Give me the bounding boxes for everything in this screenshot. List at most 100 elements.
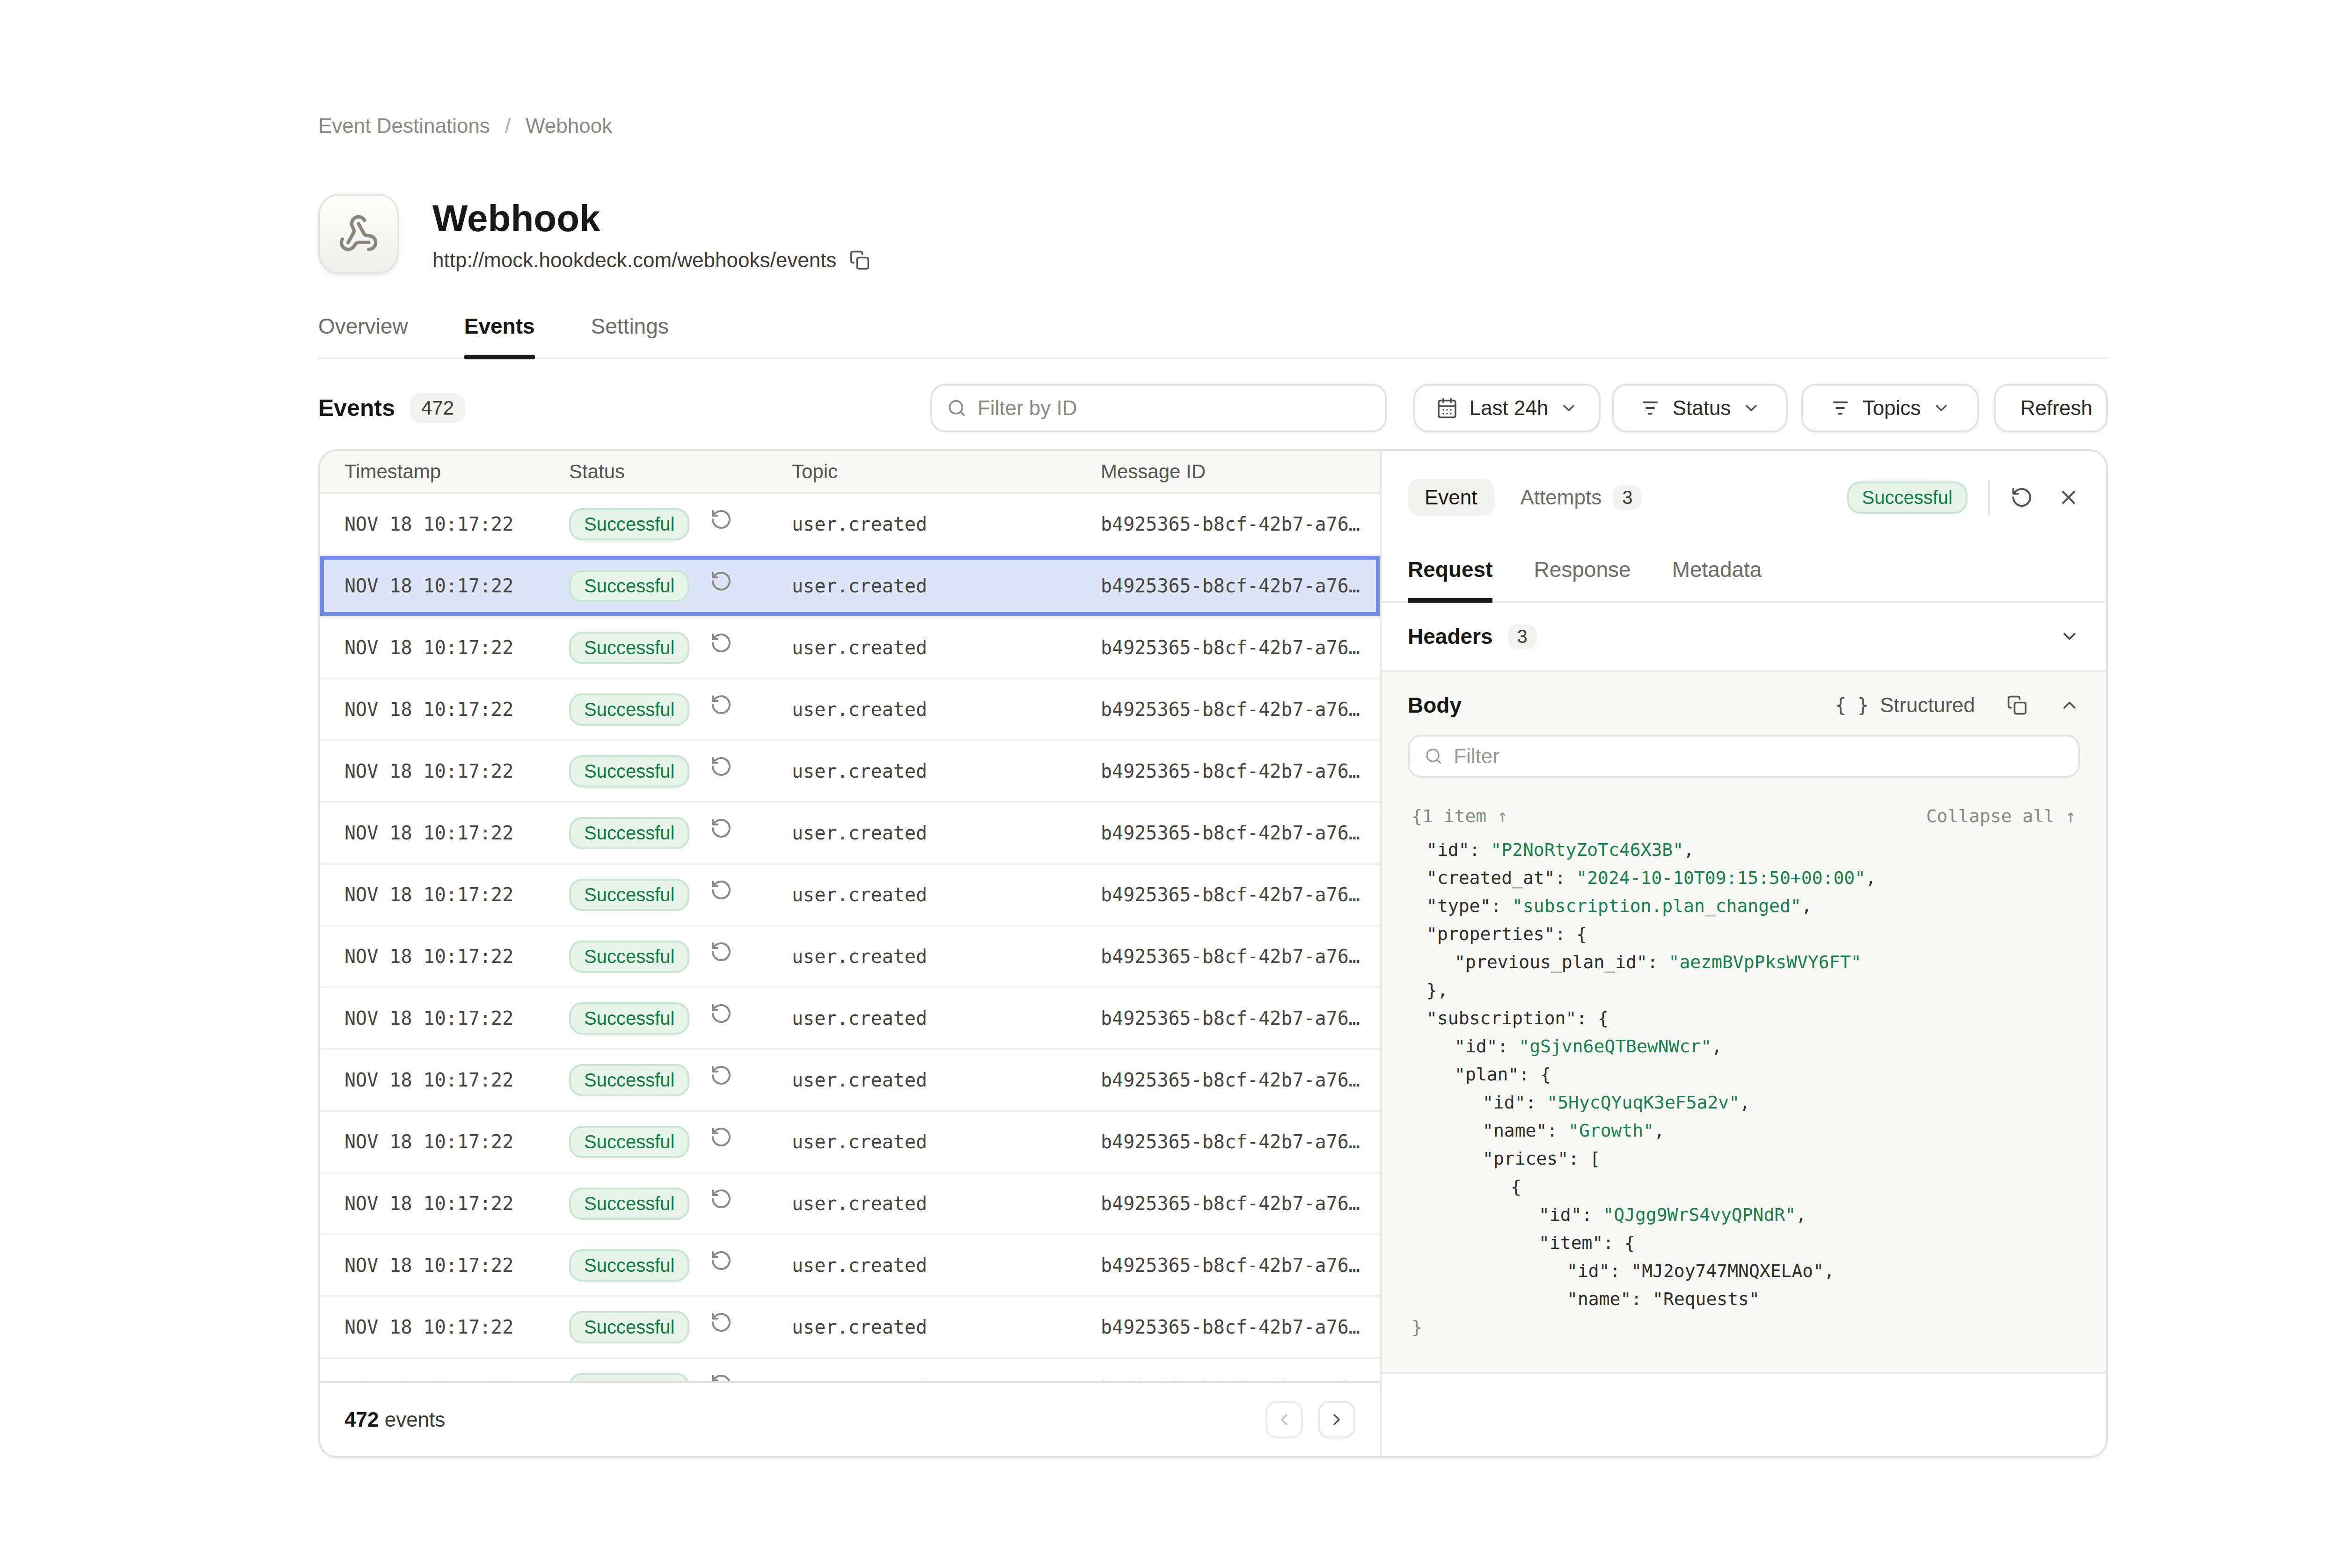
tab-events[interactable]: Events: [464, 314, 535, 357]
chevron-down-icon[interactable]: [2059, 626, 2080, 647]
headers-label: Headers: [1408, 624, 1493, 649]
topics-filter-button[interactable]: Topics: [1801, 384, 1979, 432]
structured-toggle[interactable]: Structured: [1880, 693, 1975, 717]
event-row[interactable]: NOV 18 10:17:22Successfuluser.createdb49…: [320, 988, 1380, 1050]
topics-filter-label: Topics: [1863, 396, 1921, 420]
events-count-badge: 472: [410, 393, 465, 423]
retry-icon[interactable]: [710, 1064, 732, 1087]
tab-overview[interactable]: Overview: [318, 314, 408, 357]
status-badge: Successful: [569, 1002, 689, 1035]
json-line: "created_at": "2024-10-10T09:15:50+00:00…: [1411, 864, 2076, 892]
breadcrumb-webhook[interactable]: Webhook: [526, 114, 612, 138]
retry-icon[interactable]: [710, 1188, 732, 1210]
row-message-id: b4925365-b8cf-42b7-a76…: [1101, 637, 1380, 658]
divider: [1988, 480, 1990, 515]
row-topic: user.created: [792, 1193, 1101, 1214]
row-message-id: b4925365-b8cf-42b7-a76…: [1101, 822, 1380, 844]
body-filter-input[interactable]: [1408, 735, 2080, 778]
row-status: Successful: [569, 1064, 792, 1096]
row-topic: user.created: [792, 1378, 1101, 1381]
prev-page-button[interactable]: [1265, 1401, 1303, 1438]
filter-by-id-field[interactable]: [978, 396, 1370, 420]
subtab-request[interactable]: Request: [1408, 557, 1492, 601]
row-timestamp: NOV 18 10:17:22: [320, 946, 569, 967]
row-topic: user.created: [792, 884, 1101, 905]
events-panel: Timestamp Status Topic Message ID NOV 18…: [318, 449, 2108, 1458]
retry-icon[interactable]: [710, 941, 732, 963]
event-detail-panel: Event Attempts 3 Successful: [1380, 451, 2106, 1456]
row-message-id: b4925365-b8cf-42b7-a76…: [1101, 513, 1380, 535]
page-tabs: Overview Events Settings: [318, 314, 2108, 359]
column-message-id: Message ID: [1101, 460, 1380, 483]
event-row[interactable]: NOV 18 10:17:22Successfuluser.createdb49…: [320, 1359, 1380, 1381]
chevron-up-icon[interactable]: [2059, 695, 2080, 715]
status-badge: Successful: [569, 1311, 689, 1343]
body-section: Body { } Structured: [1382, 672, 2106, 1374]
retry-icon[interactable]: [710, 632, 732, 654]
retry-icon[interactable]: [710, 879, 732, 901]
events-table: Timestamp Status Topic Message ID NOV 18…: [320, 451, 1380, 1456]
body-filter-field[interactable]: [1454, 744, 2063, 768]
status-badge: Successful: [569, 1188, 689, 1220]
event-row[interactable]: NOV 18 10:17:22Successfuluser.createdb49…: [320, 926, 1380, 988]
retry-icon[interactable]: [710, 570, 732, 592]
row-status: Successful: [569, 1373, 792, 1382]
event-row[interactable]: NOV 18 10:17:22Successfuluser.createdb49…: [320, 1050, 1380, 1112]
event-row[interactable]: NOV 18 10:17:22Successfuluser.createdb49…: [320, 679, 1380, 741]
retry-icon[interactable]: [710, 1002, 732, 1025]
retry-icon[interactable]: [710, 508, 732, 531]
filter-lines-icon: [1829, 397, 1851, 419]
time-range-button[interactable]: Last 24h: [1413, 384, 1601, 432]
retry-icon[interactable]: [710, 1249, 732, 1272]
status-filter-button[interactable]: Status: [1612, 384, 1788, 432]
event-row[interactable]: NOV 18 10:17:22Successfuluser.createdb49…: [320, 556, 1380, 618]
event-row[interactable]: NOV 18 10:17:22Successfuluser.createdb49…: [320, 803, 1380, 865]
close-icon[interactable]: [2057, 486, 2080, 509]
status-badge: Successful: [569, 632, 689, 664]
tab-settings[interactable]: Settings: [591, 314, 669, 357]
retry-icon[interactable]: [710, 1126, 732, 1148]
subtab-metadata[interactable]: Metadata: [1672, 557, 1762, 601]
retry-icon[interactable]: [710, 755, 732, 778]
event-row[interactable]: NOV 18 10:17:22Successfuluser.createdb49…: [320, 741, 1380, 803]
retry-icon[interactable]: [710, 1373, 732, 1382]
row-message-id: b4925365-b8cf-42b7-a76…: [1101, 1007, 1380, 1029]
event-row[interactable]: NOV 18 10:17:22Successfuluser.createdb49…: [320, 494, 1380, 556]
filter-by-id-input[interactable]: [930, 384, 1387, 432]
breadcrumb-separator: /: [505, 114, 511, 138]
retry-icon[interactable]: [710, 817, 732, 839]
json-line: "name": "Requests": [1411, 1285, 2076, 1313]
copy-url-icon[interactable]: [849, 250, 870, 270]
json-line: "plan": {: [1411, 1060, 2076, 1088]
event-row[interactable]: NOV 18 10:17:22Successfuluser.createdb49…: [320, 618, 1380, 679]
breadcrumb-event-destinations[interactable]: Event Destinations: [318, 114, 490, 138]
chevron-down-icon: [1932, 399, 1951, 417]
copy-body-icon[interactable]: [2007, 695, 2027, 715]
collapse-all-button[interactable]: Collapse all ↑: [1926, 806, 2076, 826]
row-status: Successful: [569, 879, 792, 911]
retry-icon[interactable]: [710, 1311, 732, 1334]
event-row[interactable]: NOV 18 10:17:22Successfuluser.createdb49…: [320, 1297, 1380, 1359]
json-root-toggle[interactable]: {1 item ↑: [1411, 806, 1508, 826]
row-message-id: b4925365-b8cf-42b7-a76…: [1101, 1378, 1380, 1381]
retry-icon[interactable]: [710, 693, 732, 716]
json-line: "id": "gSjvn6eQTBewNWcr",: [1411, 1032, 2076, 1060]
table-header: Timestamp Status Topic Message ID: [320, 451, 1380, 494]
event-row[interactable]: NOV 18 10:17:22Successfuluser.createdb49…: [320, 1174, 1380, 1235]
tab-attempts[interactable]: Attempts 3: [1521, 485, 1642, 510]
row-timestamp: NOV 18 10:17:22: [320, 575, 569, 597]
refresh-button[interactable]: Refresh: [1994, 384, 2108, 432]
subtab-response[interactable]: Response: [1534, 557, 1631, 601]
event-row[interactable]: NOV 18 10:17:22Successfuluser.createdb49…: [320, 1112, 1380, 1174]
webhook-icon: [338, 213, 379, 255]
retry-event-icon[interactable]: [2011, 486, 2033, 509]
event-row[interactable]: NOV 18 10:17:22Successfuluser.createdb49…: [320, 1235, 1380, 1297]
next-page-button[interactable]: [1318, 1401, 1355, 1438]
footer-label: events: [385, 1408, 446, 1431]
tab-event[interactable]: Event: [1408, 479, 1494, 516]
json-line: }: [1411, 1313, 2076, 1341]
row-timestamp: NOV 18 10:17:22: [320, 1316, 569, 1338]
json-line: "subscription": {: [1411, 1004, 2076, 1032]
headers-section[interactable]: Headers 3: [1382, 603, 2106, 672]
event-row[interactable]: NOV 18 10:17:22Successfuluser.createdb49…: [320, 865, 1380, 926]
